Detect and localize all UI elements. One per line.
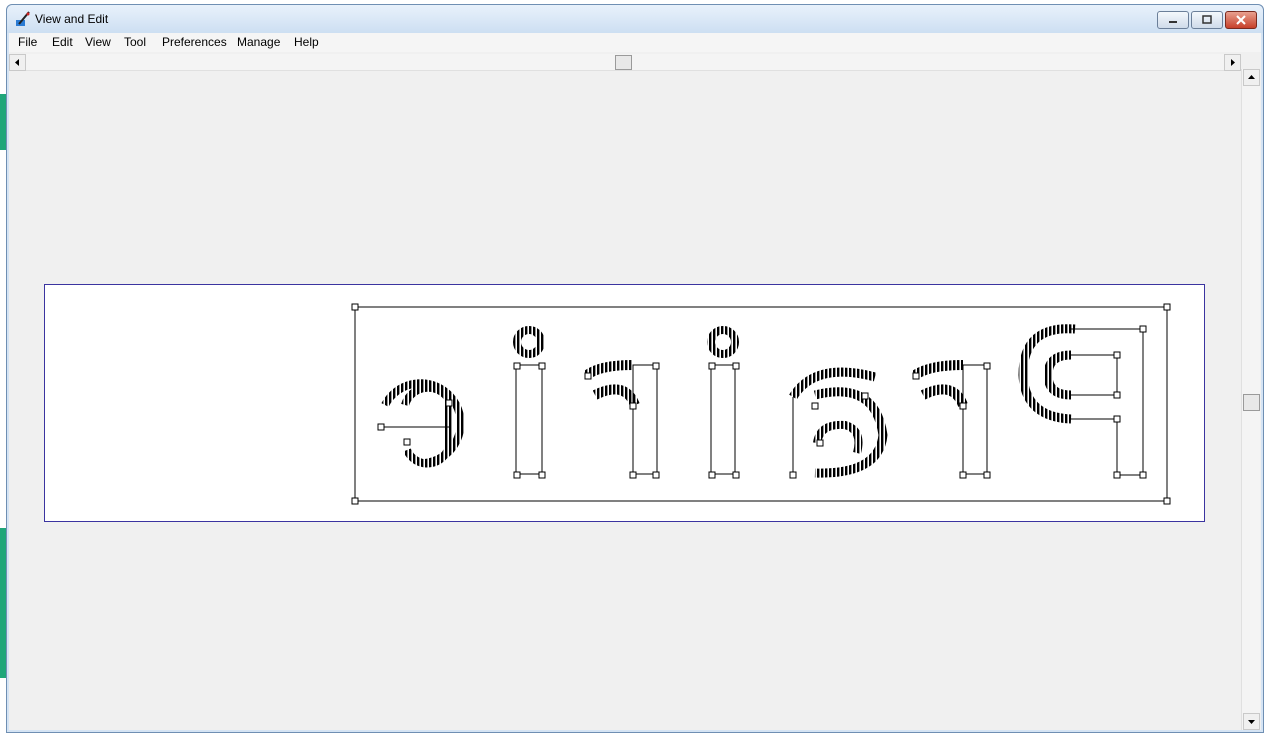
close-icon bbox=[1236, 15, 1246, 25]
selection-handle[interactable] bbox=[351, 303, 359, 311]
arrow-right-icon bbox=[1231, 59, 1235, 66]
menu-edit[interactable]: Edit bbox=[52, 35, 73, 49]
embroidery-needle-icon[interactable] bbox=[15, 11, 31, 27]
restore-button[interactable] bbox=[1191, 11, 1223, 29]
horizontal-scroll-thumb[interactable] bbox=[615, 55, 632, 70]
vertical-scroll-thumb[interactable] bbox=[1243, 394, 1260, 411]
stitch-glyph[interactable] bbox=[583, 360, 660, 479]
menu-bar: File Edit View Tool Preferences Manage H… bbox=[9, 33, 1261, 52]
arrow-up-icon bbox=[1248, 75, 1255, 79]
minimize-button[interactable] bbox=[1157, 11, 1189, 29]
menu-manage[interactable]: Manage bbox=[237, 35, 280, 49]
menu-view[interactable]: View bbox=[85, 35, 111, 49]
window-title: View and Edit bbox=[35, 12, 109, 26]
stitch-glyph[interactable] bbox=[707, 326, 740, 479]
minimize-icon bbox=[1169, 21, 1177, 23]
menu-help[interactable]: Help bbox=[294, 35, 319, 49]
menu-preferences[interactable]: Preferences bbox=[162, 35, 227, 49]
design-workspace[interactable] bbox=[9, 52, 1261, 730]
scroll-left-button[interactable] bbox=[9, 54, 26, 71]
menu-file[interactable]: File bbox=[18, 35, 37, 49]
arrow-left-icon bbox=[15, 59, 19, 66]
close-button[interactable] bbox=[1225, 11, 1257, 29]
menu-tool[interactable]: Tool bbox=[124, 35, 146, 49]
scroll-down-button[interactable] bbox=[1243, 713, 1260, 730]
embroidery-design-canvas[interactable] bbox=[44, 284, 1205, 522]
design-svg bbox=[351, 303, 1171, 505]
stitch-glyph[interactable] bbox=[912, 360, 991, 479]
vertical-scrollbar[interactable] bbox=[1241, 69, 1260, 730]
selection-handle[interactable] bbox=[1163, 497, 1171, 505]
arrow-down-icon bbox=[1248, 720, 1255, 724]
scroll-right-button[interactable] bbox=[1224, 54, 1241, 71]
title-bar[interactable]: View and Edit bbox=[7, 5, 1263, 33]
stitch-glyph[interactable] bbox=[1018, 324, 1147, 479]
selection-handle[interactable] bbox=[1163, 303, 1171, 311]
app-window: View and Edit File Edit View Tool Prefer… bbox=[6, 4, 1264, 733]
stitch-glyph[interactable] bbox=[513, 326, 546, 479]
selection-handle[interactable] bbox=[351, 497, 359, 505]
stitch-glyph[interactable] bbox=[789, 367, 888, 479]
scroll-up-button[interactable] bbox=[1243, 69, 1260, 86]
stitch-glyph[interactable] bbox=[377, 379, 465, 468]
horizontal-scrollbar[interactable] bbox=[9, 54, 1241, 71]
desktop-background bbox=[0, 733, 1271, 745]
restore-icon bbox=[1202, 15, 1212, 24]
